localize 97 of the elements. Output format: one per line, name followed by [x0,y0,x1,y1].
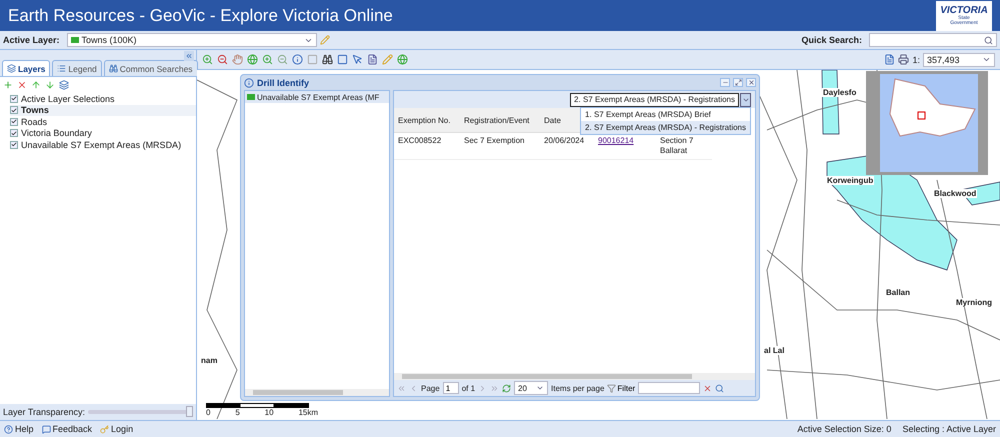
dropdown-button[interactable] [740,92,751,106]
down-arrow-icon[interactable] [45,80,55,90]
table-cell: 20/06/2024 [540,133,594,160]
document-icon[interactable] [884,54,896,65]
layer-name[interactable]: Unavailable S7 Exempt Areas (MRSDA) [21,140,182,150]
sidebar-tab[interactable]: Layers [2,60,50,76]
place-label: Daylesfo [822,88,858,97]
close-button[interactable] [746,78,756,87]
active-layer-select[interactable]: Towns (100K) [66,33,317,47]
maximize-icon [734,79,742,86]
result-tree-item[interactable]: Unavailable S7 Exempt Areas (MF [245,91,389,103]
page-field[interactable]: 1 [442,382,459,394]
page-count: of 1 [462,384,476,392]
registration-link[interactable]: 90016214 [598,136,634,145]
pointer-icon[interactable] [352,54,363,65]
items-per-page-label: Items per page [551,384,604,392]
table-cell: EXC008522 [394,133,460,160]
place-label: Blackwood [933,189,978,198]
window-heading: Drill Identify [257,78,310,88]
selecting-mode-text: Selecting : Active Layer [902,424,996,434]
table-cell: Sec 7 Exemption [460,133,540,160]
zoom-in-icon[interactable] [262,54,273,65]
info-icon[interactable] [292,54,303,65]
printer-icon[interactable] [898,54,910,65]
layer-swatch-icon [247,94,255,100]
sidebar-tab[interactable]: Common Searches [104,60,198,76]
refresh-icon[interactable] [502,384,512,392]
globe-icon[interactable] [397,54,408,65]
place-label: Ballan [885,288,912,297]
info-icon [244,78,254,88]
active-layer-label: Active Layer: [3,35,60,45]
footer-link[interactable]: Help [4,424,34,434]
globe-icon[interactable] [247,54,258,65]
up-arrow-icon[interactable] [31,80,41,90]
minus-icon [722,79,728,86]
close-icon [748,79,754,86]
selection-size-text: Active Selection Size: 0 [797,424,892,434]
remove-icon[interactable] [17,80,27,90]
footer-link[interactable]: Login [100,424,134,434]
zoom-in-icon[interactable] [202,54,213,65]
column-header[interactable]: Registration/Event [460,108,540,133]
table-cell: Section 7 Ballarat [656,133,712,160]
layer-swatch-icon [70,37,79,43]
search-icon[interactable] [984,36,993,44]
scale-tick-label: 0 [206,408,210,417]
place-label: nam [200,356,218,365]
scale-prefix: 1: [912,54,920,64]
key-icon [100,424,110,434]
caret-icon [536,384,544,392]
layer-checkbox[interactable] [10,140,18,149]
help-icon [4,424,13,434]
layer-name[interactable]: Victoria Boundary [21,128,92,138]
maximize-button[interactable] [733,78,743,87]
list-icon [57,64,66,73]
search-icon[interactable] [715,384,724,392]
window-title: Earth Resources - GeoVic - Explore Victoria Online [8,6,393,26]
layer-name[interactable]: Roads [21,116,48,127]
binoculars-icon[interactable] [322,54,333,65]
binoculars-icon [108,64,118,73]
layer-checkbox[interactable] [10,129,18,138]
clear-icon[interactable] [703,384,712,392]
footer-link[interactable]: Feedback [42,424,92,434]
filter-field[interactable] [638,382,700,394]
layer-checkbox[interactable] [10,94,18,103]
layers-icon [7,64,16,73]
scale-tick-label: 5 [235,408,240,417]
column-header[interactable]: Exemption No. [394,108,460,133]
page-size-select[interactable]: 20 [514,381,548,395]
place-label: Korweingub [826,176,874,185]
layer-checkbox[interactable] [10,106,18,114]
document-icon[interactable] [367,54,378,65]
caret-icon[interactable] [982,55,991,64]
transparency-slider[interactable] [186,406,193,417]
pan-icon[interactable] [232,54,243,65]
quick-search-label: Quick Search: [801,35,862,45]
dropdown-option[interactable]: 2. S7 Exempt Areas (MRSDA) - Registrations [581,121,750,134]
sidebar-tab[interactable]: Legend [52,60,102,76]
zoom-out-icon[interactable] [277,54,288,65]
zoom-out-icon[interactable] [217,54,228,65]
layers-icon[interactable] [59,80,69,90]
place-label: al Lal [763,346,786,355]
scale-tick-label: 15km [298,408,318,417]
add-icon[interactable] [3,80,13,90]
scale-tick-label: 10 [264,408,274,417]
select-box-icon[interactable] [337,54,348,65]
quick-search-field[interactable] [869,33,997,47]
speech-bubble-icon [42,424,51,434]
page-label: Page [421,384,440,392]
layer-name[interactable]: Towns [21,105,49,116]
transparency-label: Layer Transparency: [3,407,86,417]
layer-checkbox[interactable] [10,118,18,126]
filter-icon [607,384,616,392]
result-type-select[interactable]: 2. S7 Exempt Areas (MRSDA) - Registrations [570,92,739,106]
filter-button[interactable]: Filter [607,384,636,392]
place-label: Myrniong [955,298,993,307]
layer-name[interactable]: Active Layer Selections [21,94,115,104]
scale-select[interactable]: 357,493 [923,52,995,66]
